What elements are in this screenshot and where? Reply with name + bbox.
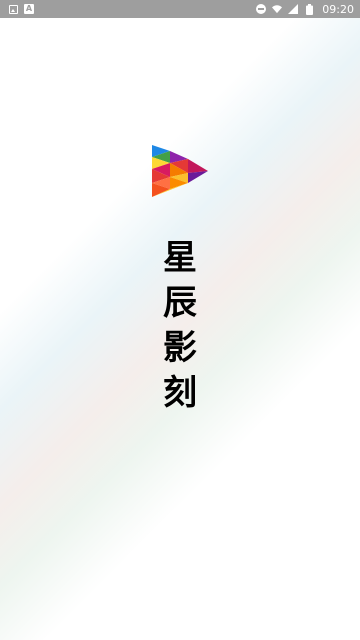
app-title: 星 辰 影 刻 [150, 236, 210, 416]
title-char-4: 刻 [163, 373, 197, 413]
battery-icon [304, 3, 314, 15]
status-bar: A 09:20 [0, 0, 360, 18]
title-char-1: 星 [163, 238, 197, 278]
status-time: 09:20 [322, 2, 354, 16]
dnd-icon [256, 4, 267, 14]
title-char-2: 辰 [163, 283, 197, 323]
a-icon: A [24, 4, 34, 14]
signal-icon [288, 4, 299, 14]
wifi-icon [272, 4, 283, 14]
status-left: A [8, 4, 34, 14]
image-icon [8, 4, 18, 14]
play-logo-icon [150, 143, 210, 199]
title-char-3: 影 [163, 328, 197, 368]
status-right: 09:20 [256, 3, 354, 16]
